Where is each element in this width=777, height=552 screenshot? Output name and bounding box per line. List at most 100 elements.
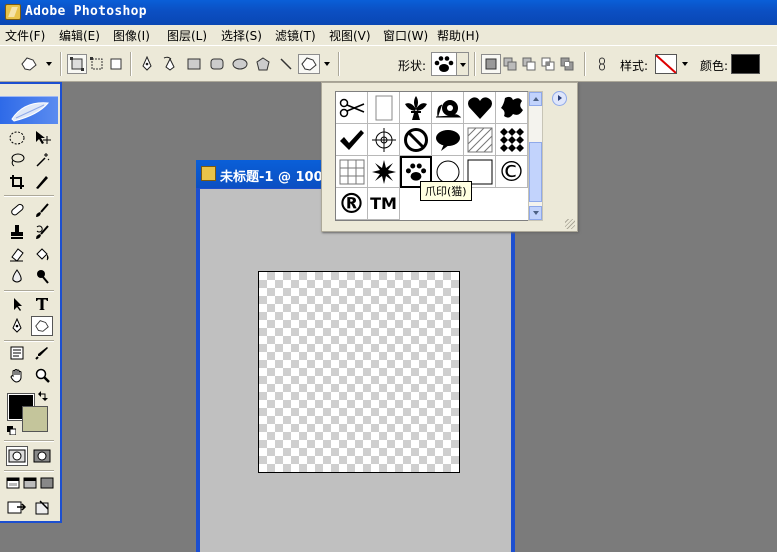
target-shape-icon[interactable] [368,124,400,156]
shape-color-swatch[interactable] [731,54,760,74]
eraser-tool-icon[interactable] [6,244,28,264]
create-new-shape-area-button[interactable] [481,54,501,74]
menu-window[interactable]: 窗口(W) [383,27,428,44]
photoshop-feather-logo[interactable] [0,96,58,124]
diamond-grid-shape-icon[interactable] [496,124,528,156]
heart-shape-icon[interactable] [464,92,496,124]
paint-bucket-icon[interactable] [31,244,53,264]
notes-tool-icon[interactable] [6,343,28,363]
shape-grid: © ® TM [335,91,532,221]
separator [4,340,54,342]
menu-view[interactable]: 视图(V) [329,27,371,44]
menu-file[interactable]: 文件(F) [5,27,45,44]
full-screen-mode-icon[interactable] [38,473,55,493]
magic-wand-icon[interactable] [31,150,53,170]
subtract-from-shape-area-button[interactable] [519,54,539,74]
shape-picker-scrollbar[interactable] [528,91,543,221]
scissors-shape-icon[interactable] [336,92,368,124]
intersect-shape-areas-button[interactable] [538,54,558,74]
custom-shape-tool-icon[interactable] [298,54,320,74]
panel-menu-arrow-icon[interactable] [552,91,567,106]
hand-tool-icon[interactable] [6,365,28,385]
clone-stamp-icon[interactable] [6,222,28,242]
blob-shape-icon[interactable] [496,92,528,124]
full-screen-with-menu-icon[interactable] [21,473,38,493]
default-colors-icon[interactable] [7,424,17,436]
page-shape-icon[interactable] [368,92,400,124]
checkmark-shape-icon[interactable] [336,124,368,156]
color-label: 颜色: [700,59,729,73]
menu-bar: 文件(F) 编辑(E) 图像(I) 图层(L) 选择(S) 滤镜(T) 视图(V… [0,25,777,45]
copyright-shape-icon[interactable]: © [496,155,528,188]
trademark-shape-icon[interactable]: TM [368,188,400,220]
standard-mode-icon[interactable] [6,446,28,466]
line-tool-icon[interactable] [276,54,296,74]
photoshop-app-icon[interactable] [5,4,21,20]
history-brush-icon[interactable] [31,222,53,242]
dodge-tool-icon[interactable] [31,266,53,286]
crop-tool-icon[interactable] [6,172,28,192]
rounded-rectangle-tool-icon[interactable] [207,54,227,74]
separator [4,290,54,292]
jump-to-imageready-icon[interactable] [6,497,28,517]
snail-shape-icon[interactable] [432,92,464,124]
starburst-shape-icon[interactable] [368,156,400,188]
tool-preset-picker[interactable] [18,54,40,74]
grid-shape-icon[interactable] [336,156,368,188]
lasso-tool-icon[interactable] [6,150,28,170]
quick-mask-mode-icon[interactable] [31,446,53,466]
rectangle-tool-icon[interactable] [184,54,204,74]
pen-tool-icon[interactable] [137,54,157,74]
paths-mode-button[interactable] [87,54,107,74]
marquee-tool-icon[interactable] [6,128,28,148]
scroll-down-arrow-icon[interactable] [529,206,542,220]
fill-pixels-mode-button[interactable] [106,54,126,74]
move-tool-icon[interactable] [31,128,53,148]
custom-shape-tool-icon[interactable] [31,316,53,336]
menu-edit[interactable]: 编辑(E) [59,27,100,44]
imageready-icon[interactable] [31,497,53,517]
speech-bubble-shape-icon[interactable] [432,124,464,156]
exclude-overlapping-areas-button[interactable] [557,54,577,74]
tool-preset-dropdown-icon[interactable] [46,62,54,68]
resize-grip-icon[interactable] [565,219,575,229]
link-layer-style-icon[interactable] [592,54,612,74]
freeform-pen-icon[interactable] [160,54,180,74]
ellipse-tool-icon[interactable] [230,54,250,74]
scroll-thumb[interactable] [529,142,542,202]
standard-screen-mode-icon[interactable] [4,473,21,493]
type-tool-icon[interactable] [31,294,53,314]
polygon-tool-icon[interactable] [253,54,273,74]
shape-picker-dropdown-button[interactable] [457,52,469,76]
hatch-pattern-shape-icon[interactable] [464,124,496,156]
brush-tool-icon[interactable] [31,200,53,220]
scroll-up-arrow-icon[interactable] [529,92,542,106]
add-to-shape-area-button[interactable] [500,54,520,74]
menu-layer[interactable]: 图层(L) [167,27,207,44]
shape-picker-preview[interactable] [431,52,457,76]
pen-tool-icon[interactable] [6,316,28,336]
custom-shape-picker-panel: © ® TM [321,82,578,232]
menu-help[interactable]: 帮助(H) [437,27,479,44]
menu-filter[interactable]: 滤镜(T) [275,27,316,44]
separator [338,52,340,76]
transparent-canvas[interactable] [258,271,460,473]
style-dropdown-icon[interactable] [682,62,690,68]
blur-tool-icon[interactable] [6,266,28,286]
slice-tool-icon[interactable] [31,172,53,192]
paw-print-icon [434,56,454,72]
fleur-de-lis-shape-icon[interactable] [400,92,432,124]
healing-brush-icon[interactable] [6,200,28,220]
swap-colors-icon[interactable] [38,390,48,401]
eyedropper-icon[interactable] [31,343,53,363]
menu-select[interactable]: 选择(S) [221,27,262,44]
zoom-tool-icon[interactable] [31,365,53,385]
no-sign-shape-icon[interactable] [400,124,432,156]
style-picker-swatch[interactable] [655,54,677,74]
registered-shape-icon[interactable]: ® [336,187,368,220]
geometry-options-dropdown-icon[interactable] [324,62,332,68]
background-color-swatch[interactable] [22,406,48,432]
path-selection-icon[interactable] [6,294,28,314]
menu-image[interactable]: 图像(I) [113,27,150,44]
shape-layers-mode-button[interactable] [67,54,87,74]
